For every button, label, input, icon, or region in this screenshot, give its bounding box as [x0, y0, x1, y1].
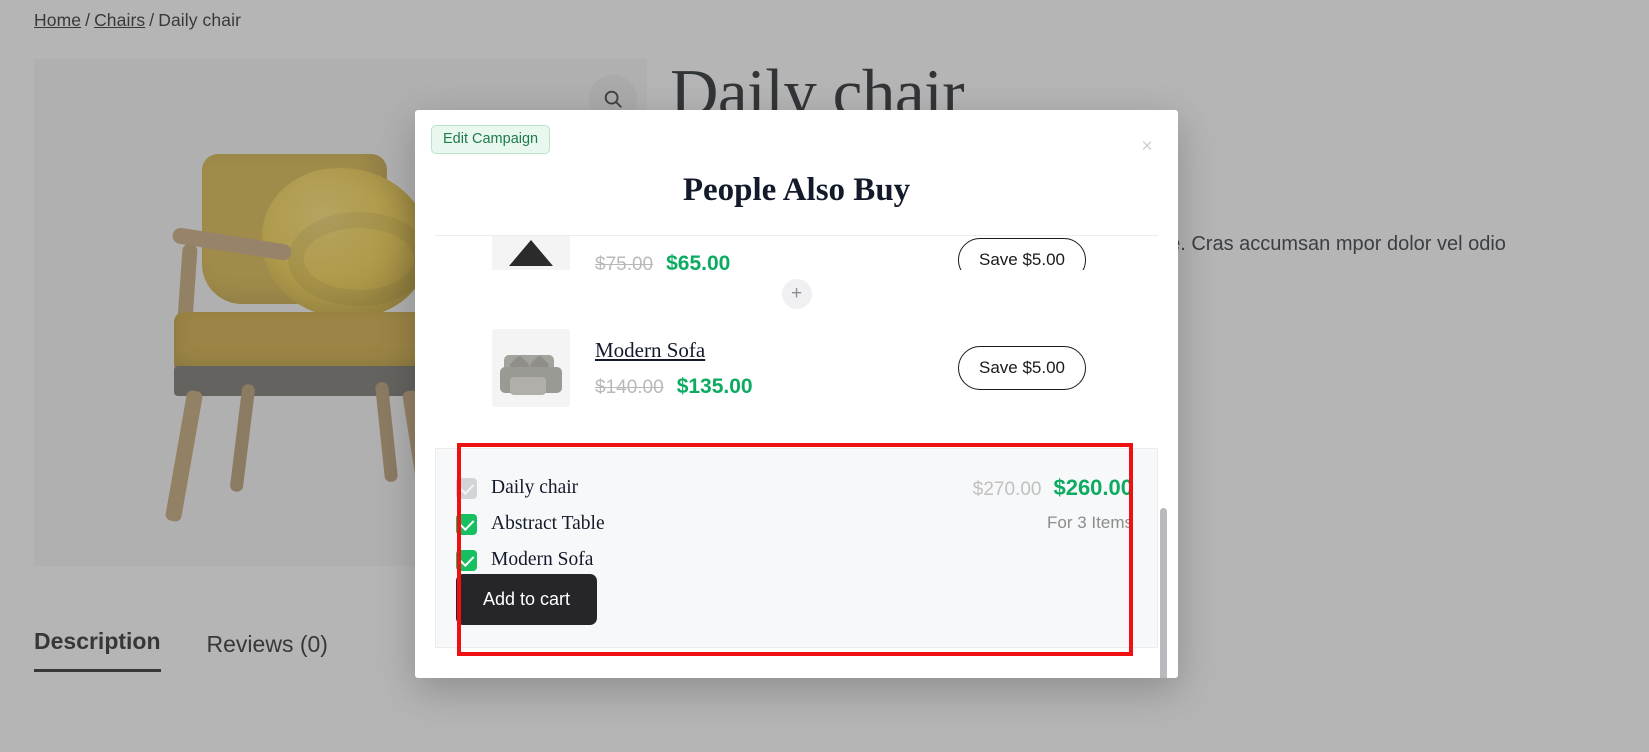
checkbox-modern-sofa[interactable] [456, 549, 477, 571]
save-badge: Save $5.00 [957, 238, 1086, 270]
item-price-new: $65.00 [666, 252, 731, 270]
item-price-old: $75.00 [595, 254, 654, 270]
checkbox-label: Abstract Table [491, 513, 605, 534]
checkbox-label: Modern Sofa [491, 549, 594, 570]
edit-campaign-button[interactable]: Edit Campaign [431, 125, 551, 154]
item-price-new: $135.00 [676, 374, 753, 398]
item-price-old: $140.00 [595, 376, 664, 398]
bundle-checkbox-list: Daily chair Abstract Table Modern Sofa [456, 477, 605, 585]
bundle-price-old: $270.00 [972, 479, 1042, 500]
checkbox-abstract-table[interactable] [456, 513, 477, 535]
close-icon[interactable]: × [1136, 136, 1158, 158]
plus-separator: + [435, 270, 1158, 318]
bundle-checkbox-row-modern-sofa[interactable]: Modern Sofa [456, 549, 605, 571]
bundle-checkbox-row-daily-chair[interactable]: Daily chair [456, 477, 605, 499]
item-title-link[interactable]: Modern Sofa [595, 338, 705, 363]
bundle-price-new: $260.00 [1053, 475, 1133, 500]
save-badge: Save $5.00 [957, 346, 1086, 390]
list-item[interactable]: $75.00 $65.00 Save $5.00 [435, 236, 1158, 270]
list-item[interactable]: Modern Sofa $140.00 $135.00 Save $5.00 [435, 318, 1158, 418]
modal-title: People Also Buy [682, 172, 911, 208]
scrollbar-thumb[interactable] [1160, 508, 1167, 678]
people-also-buy-modal: Edit Campaign × People Also Buy $75.00 $… [415, 110, 1178, 678]
bundle-selection-box: Daily chair Abstract Table Modern Sofa $… [435, 448, 1158, 648]
plus-icon[interactable]: + [781, 279, 812, 309]
bundle-checkbox-row-abstract-table[interactable]: Abstract Table [456, 513, 605, 535]
add-to-cart-button[interactable]: Add to cart [456, 574, 598, 625]
modal-scrollbar[interactable] [1160, 348, 1167, 678]
modal-scroll-area: $75.00 $65.00 Save $5.00 + Modern Sofa $… [435, 235, 1158, 651]
checkbox-daily-chair [456, 477, 477, 499]
bundle-item-count: For 3 Items [1047, 513, 1133, 532]
bundle-summary: $270.00 $260.00 For 3 Items [973, 475, 1133, 533]
sofa-thumbnail [492, 329, 570, 407]
checkbox-label: Daily chair [491, 477, 579, 498]
lamp-thumbnail [492, 236, 570, 270]
